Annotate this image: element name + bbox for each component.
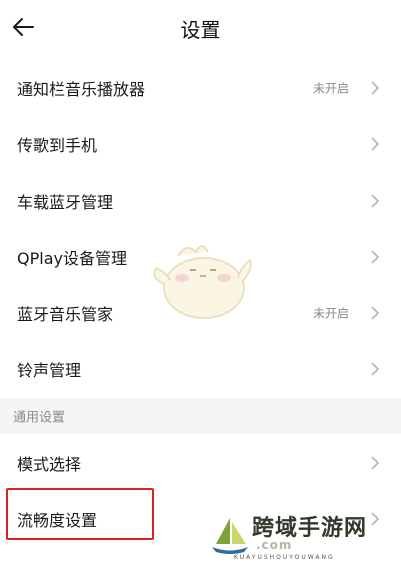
setting-ringtone[interactable]: 铃声管理 <box>0 341 401 397</box>
setting-label: 铃声管理 <box>17 361 82 380</box>
chevron-right-icon <box>371 137 379 151</box>
watermark-domain: .com <box>256 538 293 552</box>
setting-label: 模式选择 <box>17 455 82 474</box>
chevron-right-icon <box>371 362 379 376</box>
page-title: 设置 <box>180 18 221 42</box>
setting-label: 传歌到手机 <box>17 136 98 155</box>
chevron-right-icon <box>371 81 379 95</box>
section-header-general: 通用设置 <box>0 398 401 434</box>
setting-status: 未开启 <box>312 81 349 96</box>
mascot-chick-icon <box>153 245 252 319</box>
section-label: 通用设置 <box>13 410 66 426</box>
setting-mode-select[interactable]: 模式选择 <box>0 435 401 491</box>
sailboat-logo-icon <box>212 518 248 554</box>
setting-label: QPlay设备管理 <box>17 249 127 268</box>
setting-label: 车载蓝牙管理 <box>17 193 114 212</box>
setting-label: 流畅度设置 <box>17 511 98 530</box>
app-header: 设置 <box>0 0 401 56</box>
watermark-pinyin: KUAYUSHOUYOUWANG <box>234 554 335 561</box>
setting-transfer-to-phone[interactable]: 传歌到手机 <box>0 116 401 172</box>
setting-status: 未开启 <box>312 306 349 321</box>
setting-label: 蓝牙音乐管家 <box>17 305 114 324</box>
chevron-right-icon <box>371 456 379 470</box>
chevron-right-icon <box>371 194 379 208</box>
setting-car-bluetooth[interactable]: 车载蓝牙管理 <box>0 173 401 229</box>
chevron-right-icon <box>371 306 379 320</box>
setting-label: 通知栏音乐播放器 <box>17 80 146 99</box>
chevron-right-icon <box>371 250 379 264</box>
watermark-logo: 跨域手游网 .com KUAYUSHOUYOUWANG <box>204 508 399 564</box>
setting-notification-player[interactable]: 通知栏音乐播放器 未开启 <box>0 60 401 116</box>
